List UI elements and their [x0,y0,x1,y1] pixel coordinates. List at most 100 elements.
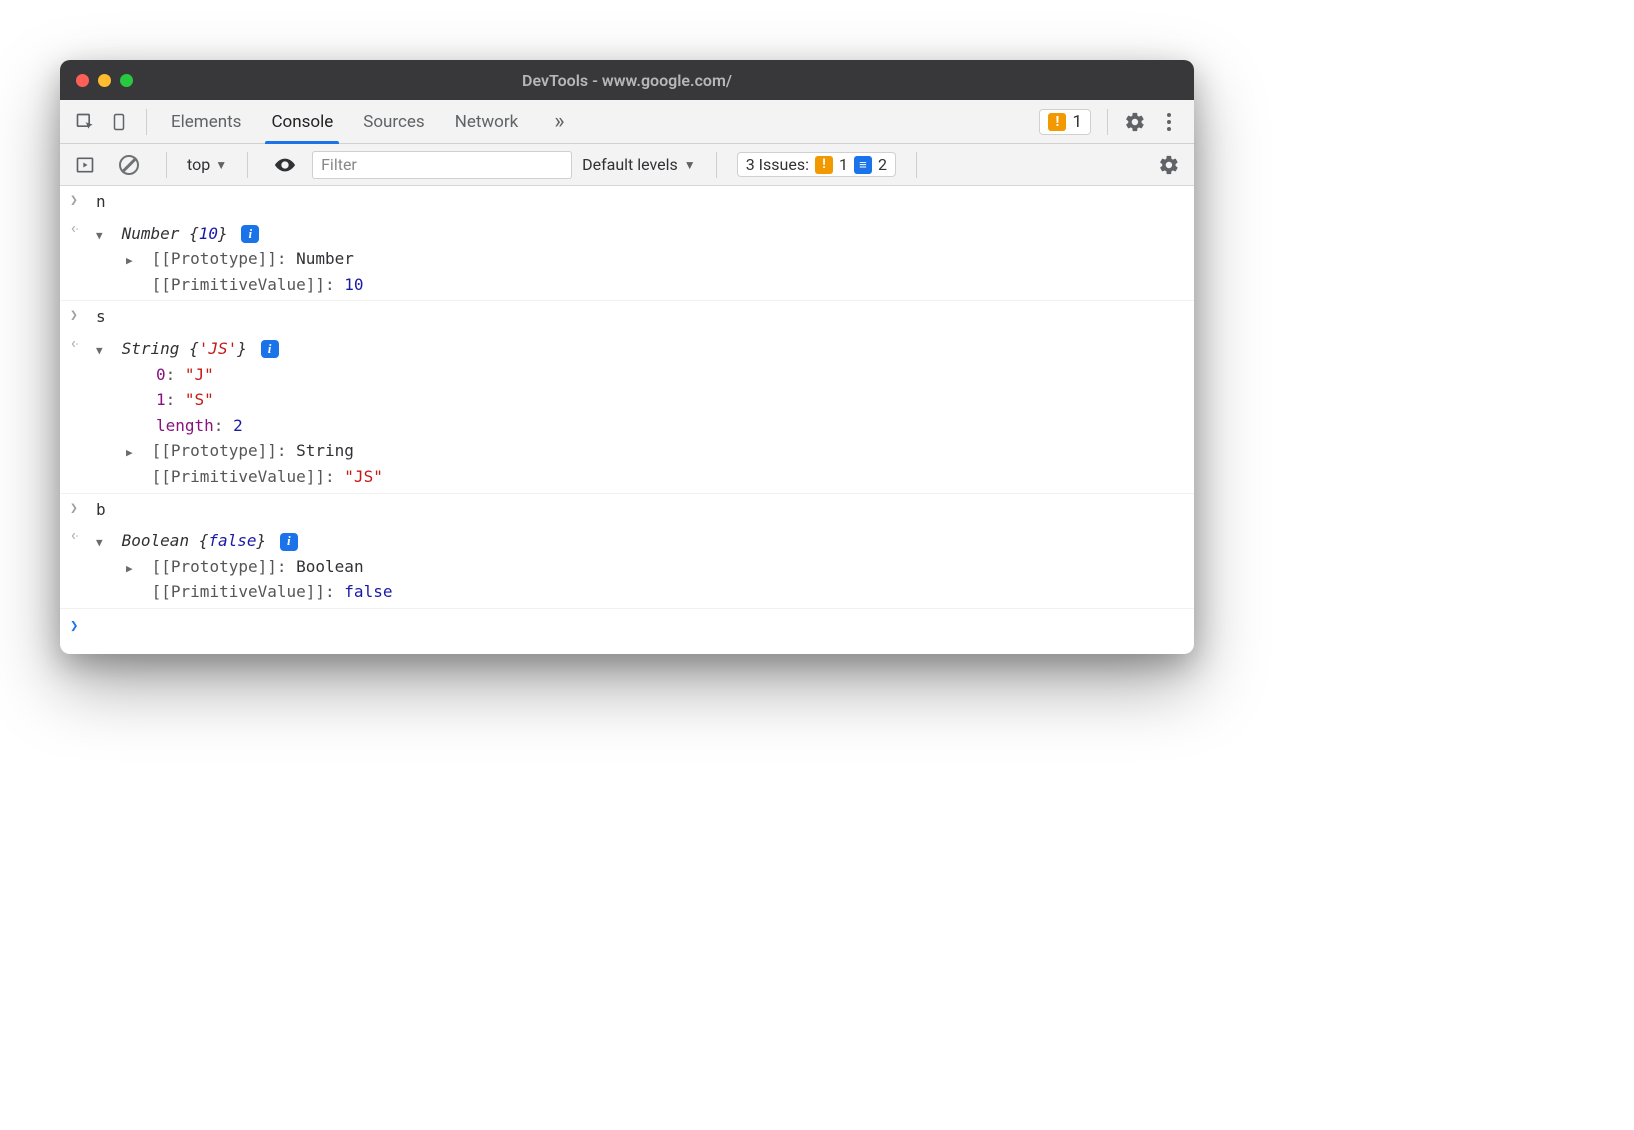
object-header[interactable]: String {'JS'} i [96,336,1184,362]
prop-value: Boolean [296,557,363,576]
minimize-window-button[interactable] [98,74,111,87]
main-toolbar: Elements Console Sources Network » ! 1 [60,100,1194,144]
warning-icon: ! [815,156,833,174]
object-type: Boolean [122,531,189,550]
prop-key: 1 [156,390,166,409]
prompt-marker-icon [70,615,96,634]
divider [247,152,248,178]
console-output-row[interactable]: String {'JS'} i 0: "J" 1: "S" length: 2 [60,333,1194,494]
input-expression: n [96,189,1184,215]
filter-input[interactable]: Filter [312,151,572,179]
inspect-element-icon[interactable] [70,107,100,137]
object-literal: 10 [199,224,218,243]
prop-value: false [344,582,392,601]
live-expression-icon[interactable] [270,150,300,180]
object-property: [[PrimitiveValue]]: "JS" [126,464,1184,490]
object-property: 1: "S" [126,387,1184,413]
object-property: [[PrimitiveValue]]: false [126,579,1184,605]
output-marker-icon [70,528,96,605]
context-label: top [187,155,210,174]
console-input-row[interactable]: s [60,301,1194,333]
expand-toggle-icon[interactable] [126,559,140,578]
tab-sources[interactable]: Sources [363,100,424,143]
expand-toggle-icon[interactable] [126,251,140,270]
console-output-row[interactable]: Number {10} i [[Prototype]]: Number [[Pr… [60,218,1194,302]
divider [716,152,717,178]
filter-placeholder: Filter [321,155,357,174]
traffic-lights [60,74,133,87]
device-toggle-icon[interactable] [104,107,134,137]
console-input-row[interactable]: b [60,494,1194,526]
log-levels-selector[interactable]: Default levels ▼ [582,155,696,174]
maximize-window-button[interactable] [120,74,133,87]
console-settings-icon[interactable] [1154,150,1184,180]
toggle-sidebar-icon[interactable] [70,150,100,180]
prop-key: 0 [156,365,166,384]
divider [916,152,917,178]
divider [146,109,147,135]
expand-toggle-icon[interactable] [96,533,110,552]
info-icon[interactable]: i [241,225,259,243]
object-type: String [122,339,180,358]
chevron-down-icon: ▼ [215,158,227,172]
object-header[interactable]: Number {10} i [96,221,1184,247]
input-expression: b [96,497,1184,523]
close-window-button[interactable] [76,74,89,87]
warnings-chip[interactable]: ! 1 [1039,109,1091,135]
prop-key: [[PrimitiveValue]] [152,275,325,294]
issues-chip[interactable]: 3 Issues: ! 1 ≡ 2 [737,152,896,177]
tab-console[interactable]: Console [271,100,333,143]
prompt-input[interactable] [96,615,1184,634]
context-selector[interactable]: top ▼ [187,155,227,174]
prop-key: [[Prototype]] [152,249,277,268]
prop-key: [[Prototype]] [152,441,277,460]
kebab-menu-icon[interactable] [1154,107,1184,137]
console-output-row[interactable]: Boolean {false} i [[Prototype]]: Boolean… [60,525,1194,609]
titlebar: DevTools - www.google.com/ [60,60,1194,100]
panel-tabs: Elements Console Sources Network [157,100,532,143]
console-body: n Number {10} i [[Prototype]]: Number [60,186,1194,654]
input-expression: s [96,304,1184,330]
settings-icon[interactable] [1120,107,1150,137]
prop-value: 2 [233,416,243,435]
prop-value: 10 [344,275,363,294]
object-property[interactable]: [[Prototype]]: String [126,438,1184,464]
info-icon: ≡ [854,156,872,174]
expand-toggle-icon[interactable] [96,341,110,360]
input-marker-icon [70,497,96,523]
input-marker-icon [70,189,96,215]
prop-key: [[Prototype]] [152,557,277,576]
info-icon[interactable]: i [280,533,298,551]
object-property[interactable]: [[Prototype]]: Boolean [126,554,1184,580]
issues-warn-count: 1 [839,155,848,174]
prop-key: [[PrimitiveValue]] [152,582,325,601]
prop-key: [[PrimitiveValue]] [152,467,325,486]
devtools-window: DevTools - www.google.com/ Elements Cons… [60,60,1194,654]
divider [1107,109,1108,135]
clear-console-icon[interactable] [114,150,144,180]
prop-value: "S" [185,390,214,409]
console-toolbar: top ▼ Filter Default levels ▼ 3 Issues: … [60,144,1194,186]
object-property[interactable]: [[Prototype]]: Number [126,246,1184,272]
window-title: DevTools - www.google.com/ [60,71,1194,90]
input-marker-icon [70,304,96,330]
output-marker-icon [70,336,96,490]
object-type: Number [122,224,180,243]
object-header[interactable]: Boolean {false} i [96,528,1184,554]
prop-value: Number [296,249,354,268]
tab-network[interactable]: Network [455,100,519,143]
prop-key: length [156,416,214,435]
tab-elements[interactable]: Elements [171,100,241,143]
prop-value: String [296,441,354,460]
object-property: [[PrimitiveValue]]: 10 [126,272,1184,298]
expand-toggle-icon[interactable] [96,226,110,245]
divider [166,152,167,178]
prop-value: "JS" [344,467,383,486]
output-marker-icon [70,221,96,298]
more-tabs-icon[interactable]: » [554,109,564,134]
console-prompt[interactable] [60,609,1194,654]
info-icon[interactable]: i [261,340,279,358]
expand-toggle-icon[interactable] [126,443,140,462]
prop-value: "J" [185,365,214,384]
console-input-row[interactable]: n [60,186,1194,218]
